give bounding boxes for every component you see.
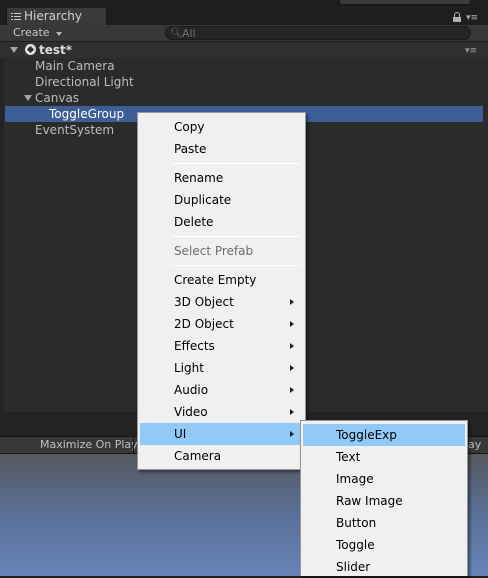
top-right-button[interactable] — [339, 0, 471, 5]
panel-menu-icon[interactable]: ▾≡ — [466, 14, 480, 23]
menu-item-video[interactable]: Video — [140, 401, 305, 423]
menu-item-label: UI — [174, 427, 187, 441]
hierarchy-item-label: Directional Light — [35, 75, 134, 89]
left-gutter — [0, 58, 4, 412]
hierarchy-item[interactable]: Directional Light — [35, 74, 134, 90]
menu-item-camera[interactable]: Camera — [140, 445, 305, 467]
create-dropdown-button[interactable]: Create — [13, 26, 50, 40]
hierarchy-item[interactable]: EventSystem — [35, 122, 114, 138]
tab-hierarchy-label: Hierarchy — [24, 9, 83, 23]
hierarchy-item-label: Main Camera — [35, 59, 115, 73]
submenu-item-slider[interactable]: Slider — [303, 556, 465, 578]
menu-item-delete[interactable]: Delete — [140, 211, 305, 233]
chevron-right-icon — [290, 387, 294, 393]
menu-item-label: Copy — [174, 120, 205, 134]
submenu-item-raw-image[interactable]: Raw Image — [303, 490, 465, 512]
submenu-item-label: Toggle — [336, 538, 375, 552]
menu-separator — [171, 236, 301, 237]
hierarchy-item-label: ToggleGroup — [49, 107, 125, 121]
menu-item-label: Duplicate — [174, 193, 232, 207]
unity-scene-icon — [25, 44, 36, 55]
toolbar-divider — [133, 437, 134, 453]
canvas-foldout-icon[interactable] — [24, 95, 32, 101]
menu-item-label: Effects — [174, 339, 215, 353]
menu-item-label: 3D Object — [174, 295, 234, 309]
chevron-right-icon — [290, 431, 294, 437]
submenu-item-text[interactable]: Text — [303, 446, 465, 468]
menu-item-3d-object[interactable]: 3D Object — [140, 291, 305, 313]
menu-item-label: 2D Object — [174, 317, 234, 331]
scene-name: test* — [39, 43, 73, 57]
hierarchy-item-label: Canvas — [35, 91, 80, 105]
menu-item-label: Create Empty — [174, 273, 257, 287]
submenu-item-toggle[interactable]: Toggle — [303, 534, 465, 556]
submenu-item-label: Button — [336, 516, 377, 530]
context-menu: Copy Paste Rename Duplicate Delete Selec… — [137, 112, 306, 470]
submenu-item-button[interactable]: Button — [303, 512, 465, 534]
menu-separator — [171, 265, 301, 266]
hierarchy-item[interactable]: Canvas — [35, 90, 79, 106]
submenu-item-toggleexp[interactable]: ToggleExp — [303, 424, 465, 446]
menu-item-ui[interactable]: UI — [140, 423, 305, 445]
menu-item-paste[interactable]: Paste — [140, 138, 305, 160]
chevron-right-icon — [290, 409, 294, 415]
menu-item-effects[interactable]: Effects — [140, 335, 305, 357]
scene-foldout-icon[interactable] — [10, 47, 18, 53]
scene-menu-icon[interactable]: ▾≡ — [465, 47, 479, 56]
chevron-right-icon — [290, 299, 294, 305]
search-icon: 🔍︎ — [170, 28, 183, 39]
chevron-right-icon — [290, 343, 294, 349]
chevron-right-icon — [290, 321, 294, 327]
list-icon — [11, 12, 21, 21]
menu-item-label: Video — [174, 405, 208, 419]
submenu-item-label: Raw Image — [336, 494, 403, 508]
menu-item-copy[interactable]: Copy — [140, 116, 305, 138]
menu-item-rename[interactable]: Rename — [140, 167, 305, 189]
search-input[interactable] — [182, 27, 462, 39]
hierarchy-item-label: EventSystem — [35, 123, 115, 137]
menu-item-label: Audio — [174, 383, 209, 397]
menu-item-label: Camera — [174, 449, 222, 463]
chevron-down-icon — [56, 32, 62, 36]
menu-item-label: Delete — [174, 215, 214, 229]
menu-separator — [171, 163, 301, 164]
menu-item-light[interactable]: Light — [140, 357, 305, 379]
lock-icon[interactable] — [453, 12, 461, 22]
menu-item-label: Select Prefab — [174, 244, 254, 258]
hierarchy-item[interactable]: Main Camera — [35, 58, 115, 74]
scene-header-row[interactable] — [0, 42, 488, 58]
chevron-right-icon — [290, 365, 294, 371]
menu-item-2d-object[interactable]: 2D Object — [140, 313, 305, 335]
submenu-item-image[interactable]: Image — [303, 468, 465, 490]
menu-item-audio[interactable]: Audio — [140, 379, 305, 401]
menu-item-select-prefab: Select Prefab — [140, 240, 305, 262]
hierarchy-window: Hierarchy ▾≡ Create 🔍︎ test* ▾≡ Main Cam… — [0, 0, 488, 576]
hierarchy-toolbar: Create 🔍︎ — [0, 25, 488, 42]
submenu-item-label: Text — [336, 450, 361, 464]
submenu-item-label: Image — [336, 472, 374, 486]
menu-item-duplicate[interactable]: Duplicate — [140, 189, 305, 211]
submenu-item-label: Slider — [336, 560, 371, 574]
menu-item-label: Paste — [174, 142, 207, 156]
tab-hierarchy[interactable]: Hierarchy — [6, 7, 107, 25]
submenu-item-label: ToggleExp — [336, 428, 397, 442]
menu-item-label: Rename — [174, 171, 224, 185]
ui-submenu: ToggleExp Text Image Raw Image Button To… — [300, 420, 468, 576]
search-field[interactable]: 🔍︎ — [165, 26, 471, 40]
maximize-on-play-button[interactable]: Maximize On Play — [40, 438, 138, 452]
menu-item-label: Light — [174, 361, 204, 375]
menu-item-create-empty[interactable]: Create Empty — [140, 269, 305, 291]
tab-strip: Hierarchy ▾≡ — [0, 0, 488, 25]
